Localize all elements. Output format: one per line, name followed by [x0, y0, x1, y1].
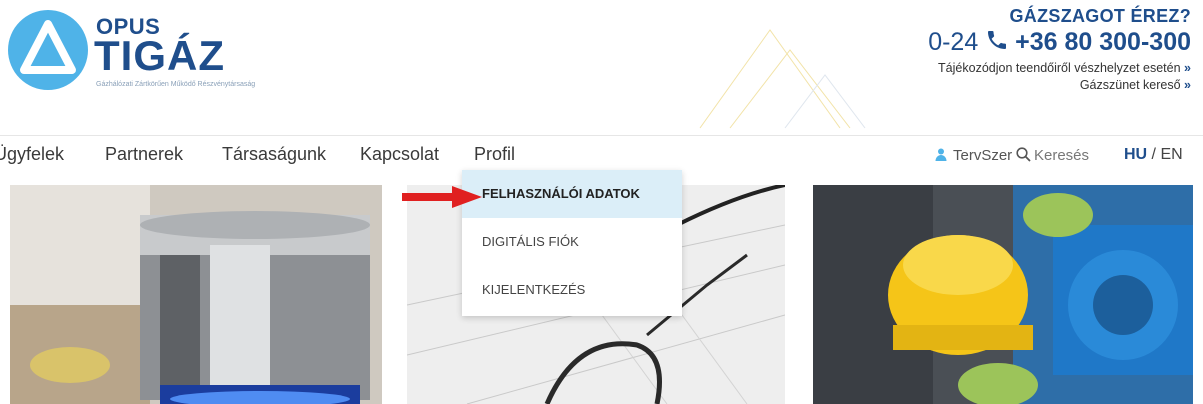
logo-subtitle: Gázhálózati Zártkörűen Működő Részvénytá…	[96, 81, 256, 88]
outage-search-text: Gázszünet kereső	[1079, 78, 1181, 92]
site-logo[interactable]: OPUS TIGÁZ Gázhálózati Zártkörűen Működő…	[8, 10, 268, 100]
decorative-mountain-lines	[699, 29, 866, 129]
language-switcher: HU / EN	[1124, 146, 1183, 164]
cooking-pot-image	[10, 185, 382, 404]
profile-dropdown-menu: FELHASZNÁLÓI ADATOK DIGITÁLIS FIÓK KIJEL…	[462, 170, 682, 316]
site-header: OPUS TIGÁZ Gázhálózati Zártkörűen Működő…	[0, 0, 1203, 130]
user-name: TervSzer	[953, 147, 1013, 164]
emergency-instructions-link[interactable]: Tájékozódjon teendőiről vészhelyzet eset…	[928, 61, 1191, 75]
link-arrow-icon: »	[1184, 78, 1191, 92]
menu-item-user-data[interactable]: FELHASZNÁLÓI ADATOK	[462, 170, 682, 218]
search-icon	[1016, 147, 1031, 162]
lang-separator: /	[1147, 146, 1161, 163]
menu-item-label: FELHASZNÁLÓI ADATOK	[482, 186, 640, 201]
emergency-phone-row[interactable]: 0-24 +36 80 300-300	[928, 28, 1191, 58]
menu-item-label: KIJELENTKEZÉS	[482, 282, 586, 297]
emergency-contact: GÁZSZAGOT ÉREZ? 0-24 +36 80 300-300 Tájé…	[928, 6, 1191, 92]
outage-search-link[interactable]: Gázszünet kereső »	[928, 78, 1191, 92]
menu-item-digital-account[interactable]: DIGITÁLIS FIÓK	[462, 218, 682, 266]
worker-helmet-pipe-image	[813, 185, 1193, 404]
user-icon	[935, 148, 947, 161]
emergency-phone-number[interactable]: +36 80 300-300	[1015, 28, 1191, 56]
user-account-link[interactable]: TervSzer	[935, 147, 1012, 164]
emergency-instructions-text: Tájékozódjon teendőiről vészhelyzet eset…	[938, 61, 1181, 75]
emergency-title: GÁZSZAGOT ÉREZ?	[1009, 6, 1191, 26]
phone-icon	[985, 28, 1009, 57]
menu-item-logout[interactable]: KIJELENTKEZÉS	[462, 266, 682, 314]
red-arrow-icon	[402, 186, 482, 208]
nav-item-partnerek[interactable]: Partnerek	[105, 144, 183, 165]
menu-item-label: DIGITÁLIS FIÓK	[482, 234, 579, 249]
nav-item-kapcsolat[interactable]: Kapcsolat	[360, 144, 439, 165]
nav-item-ugyfelek[interactable]: Ügyfelek	[0, 144, 64, 165]
logo-brand-main: TIGÁZ	[94, 32, 225, 79]
search-label: Keresés	[1034, 147, 1090, 164]
nav-item-tarsasagunk[interactable]: Társaságunk	[222, 144, 326, 165]
nav-item-profil[interactable]: Profil	[474, 144, 515, 165]
logo-mark-icon	[8, 10, 88, 90]
emergency-hours: 0-24	[928, 28, 979, 56]
search-link[interactable]: Keresés	[1016, 147, 1089, 164]
link-arrow-icon: »	[1184, 61, 1191, 75]
lang-hu[interactable]: HU	[1124, 146, 1147, 163]
lang-en[interactable]: EN	[1160, 146, 1182, 163]
